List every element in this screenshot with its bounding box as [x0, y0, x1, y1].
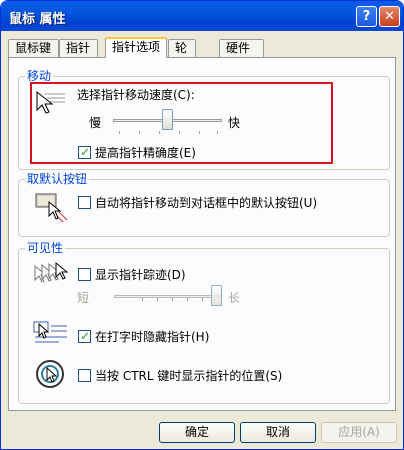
trails-label: 显示指针踪迹(D) [95, 268, 186, 282]
visibility-group-title: 可见性 [25, 241, 66, 255]
tab-buttons[interactable]: 鼠标键 [8, 39, 59, 57]
trails-tick [202, 298, 203, 301]
ctrl-locate-checkbox[interactable]: ✓ [78, 369, 91, 382]
ctrl-locate-label: 当按 CTRL 键时显示指针的位置(S) [95, 369, 283, 383]
snap-to-button-icon [35, 193, 68, 223]
trails-tick [157, 298, 158, 301]
tab-panel: 移动 选择指针移动速度(C): 慢 快 ✓ 提高指针精确度(E) 取默认按钮 自… [8, 57, 396, 411]
trails-slider-thumb[interactable] [211, 285, 222, 306]
tab-hardware[interactable]: 硬件 [219, 39, 264, 57]
trails-tick [172, 298, 173, 301]
long-label: 长 [228, 291, 241, 305]
trails-slider-track [114, 295, 222, 298]
hide-typing-checkbox[interactable]: ✓ [78, 329, 91, 343]
snapto-checkbox[interactable]: ✓ [78, 196, 91, 209]
highlight-box [30, 82, 333, 164]
snapto-label: 自动将指针移动到对话框中的默认按钮(U) [95, 196, 318, 210]
title-bar: 鼠标 属性 ? ✕ [1, 1, 403, 31]
apply-button[interactable]: 应用(A) [321, 422, 397, 443]
help-button[interactable]: ? [356, 6, 377, 27]
window-title: 鼠标 属性 [9, 12, 66, 27]
snapto-group-title: 取默认按钮 [25, 172, 90, 186]
ok-button[interactable]: 确定 [159, 422, 235, 443]
tab-pointers[interactable]: 指针 [59, 39, 98, 57]
close-button[interactable]: ✕ [379, 6, 400, 27]
short-label: 短 [77, 291, 90, 305]
trails-checkbox[interactable]: ✓ [78, 268, 91, 281]
check-icon: ✓ [80, 329, 91, 343]
motion-group-title: 移动 [25, 69, 54, 83]
tab-pointer-options[interactable]: 指针选项 [105, 37, 167, 58]
cancel-button[interactable]: 取消 [240, 422, 316, 443]
mouse-properties-dialog: 鼠标 属性 ? ✕ 鼠标键 指针 指针选项 轮 硬件 移动 选择指针移动速度(C… [0, 0, 404, 450]
tab-wheel[interactable]: 轮 [168, 39, 196, 57]
hide-pointer-icon [33, 321, 67, 343]
hide-typing-label: 在打字时隐藏指针(H) [95, 330, 210, 344]
ctrl-locate-icon [36, 360, 64, 388]
pointer-trails-icon [34, 262, 69, 283]
trails-tick [187, 298, 188, 301]
trails-tick [142, 298, 143, 301]
